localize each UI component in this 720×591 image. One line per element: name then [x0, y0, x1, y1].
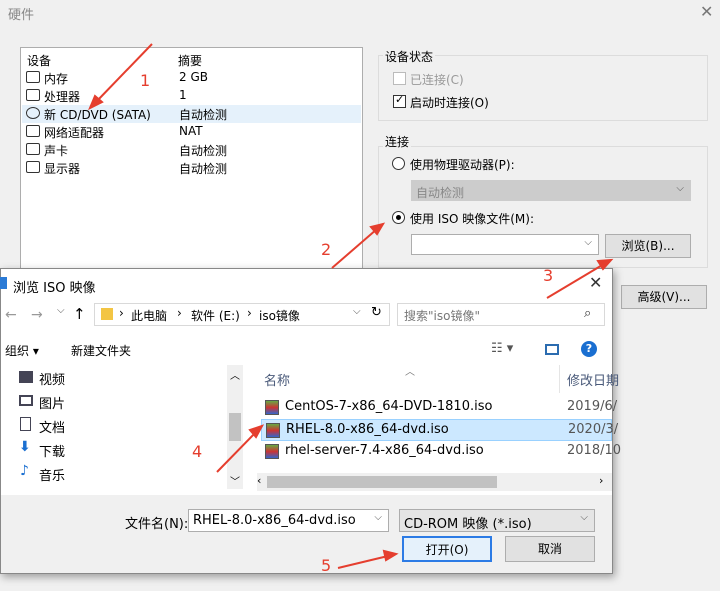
annotation-arrows [88, 43, 614, 569]
annotation-arrowhead-5 [382, 549, 399, 562]
annotation-number-3: 3 [543, 266, 554, 285]
annotation-number-2: 2 [321, 240, 332, 259]
annotation-arrow-3 [546, 263, 605, 299]
annotation-arrow-4 [216, 431, 257, 473]
annotation-number-5: 5 [321, 556, 332, 575]
annotation-number-1: 1 [140, 71, 151, 90]
annotation-arrow-2 [331, 228, 378, 269]
annotation-arrowhead-3 [596, 258, 614, 271]
annotation-arrow-5 [337, 555, 389, 569]
annotation-number-4: 4 [192, 442, 203, 461]
